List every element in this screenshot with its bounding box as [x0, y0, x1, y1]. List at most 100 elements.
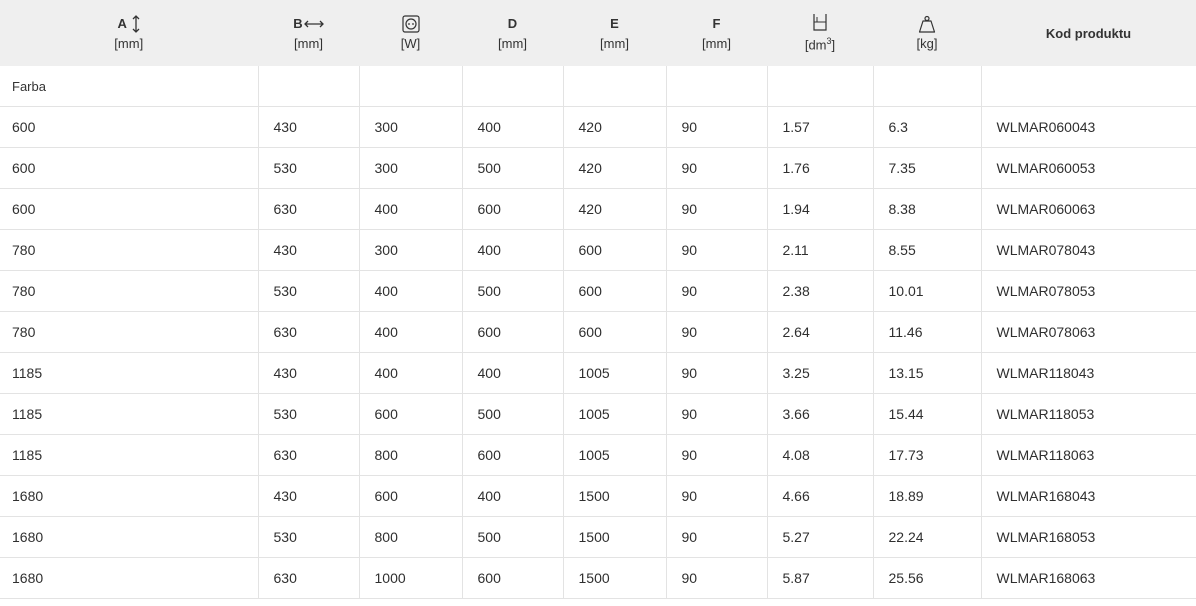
cell-v: 3.66: [767, 393, 874, 435]
cell-b: 430: [258, 229, 360, 271]
cell-d: 400: [462, 352, 564, 394]
cell-f: 90: [666, 147, 768, 189]
header-d-label: D: [507, 16, 518, 31]
header-e-unit: [mm]: [600, 35, 629, 51]
header-f-label: F: [712, 16, 721, 31]
cell-b: 430: [258, 106, 360, 148]
cell-kod: WLMAR118063: [981, 434, 1196, 476]
horizontal-double-arrow-icon: [303, 20, 324, 28]
cell-a: 600: [0, 147, 259, 189]
header-w: [W]: [359, 0, 463, 66]
cell-f: 90: [666, 434, 768, 476]
cell-w: 300: [359, 147, 463, 189]
cell-w: 300: [359, 229, 463, 271]
cell-w: 1000: [359, 557, 463, 599]
cell-b: 630: [258, 311, 360, 353]
cell-b: 530: [258, 393, 360, 435]
cell-kod: WLMAR168063: [981, 557, 1196, 599]
cell-e: 420: [563, 106, 667, 148]
cell-kg: 25.56: [873, 557, 982, 599]
header-w-unit: [W]: [400, 35, 421, 51]
header-row: A [mm] B [mm] [W] D [mm] E [mm] F [mm] […: [0, 0, 1196, 66]
cell-d: 400: [462, 475, 564, 517]
cell-b: 530: [258, 516, 360, 558]
cell-e: 1500: [563, 516, 667, 558]
cell-a: 780: [0, 311, 259, 353]
cell-a: 1185: [0, 393, 259, 435]
header-a-label: A: [117, 16, 127, 31]
cell-b: 530: [258, 270, 360, 312]
cell-d: 500: [462, 393, 564, 435]
table-row: 1680 530 800 500 1500 90 5.27 22.24 WLMAR168053: [0, 516, 1196, 558]
cell-f: 90: [666, 475, 768, 517]
table-row: 1185 430 400 400 1005 90 3.25 13.15 WLMAR118043: [0, 352, 1196, 394]
cell-e: 1500: [563, 557, 667, 599]
cell-e: 420: [563, 188, 667, 230]
cell-kod: WLMAR168053: [981, 516, 1196, 558]
header-b: B [mm]: [258, 0, 360, 66]
cell-d: 600: [462, 188, 564, 230]
cell-d: 600: [462, 311, 564, 353]
cell-e: 600: [563, 229, 667, 271]
cell-v: 5.27: [767, 516, 874, 558]
table-row: 780 530 400 500 600 90 2.38 10.01 WLMAR078053: [0, 270, 1196, 312]
cell-v: 5.87: [767, 557, 874, 599]
cell-a: 600: [0, 188, 259, 230]
weight-icon: [918, 15, 936, 33]
cell-kod: WLMAR060053: [981, 147, 1196, 189]
cell-kod: WLMAR060043: [981, 106, 1196, 148]
cell-kg: 22.24: [873, 516, 982, 558]
header-volume: [dm3]: [767, 0, 874, 66]
cell-a: 600: [0, 106, 259, 148]
header-e-label: E: [610, 16, 619, 31]
cell-d: 500: [462, 516, 564, 558]
cell-f: 90: [666, 393, 768, 435]
cell-w: 600: [359, 475, 463, 517]
cell-b: 630: [258, 434, 360, 476]
cell-kg: 18.89: [873, 475, 982, 517]
group-label: Farba: [0, 66, 259, 107]
cell-b: 530: [258, 147, 360, 189]
cell-v: 2.11: [767, 229, 874, 271]
header-weight: [kg]: [873, 0, 982, 66]
header-a: A [mm]: [0, 0, 259, 66]
cell-f: 90: [666, 229, 768, 271]
header-d-unit: [mm]: [498, 35, 527, 51]
cell-f: 90: [666, 557, 768, 599]
cell-e: 600: [563, 311, 667, 353]
cell-kod: WLMAR168043: [981, 475, 1196, 517]
cell-a: 1680: [0, 516, 259, 558]
cell-v: 4.66: [767, 475, 874, 517]
cell-f: 90: [666, 106, 768, 148]
table-row: 780 430 300 400 600 90 2.11 8.55 WLMAR078043: [0, 229, 1196, 271]
cell-kg: 17.73: [873, 434, 982, 476]
cell-a: 780: [0, 229, 259, 271]
cell-e: 600: [563, 270, 667, 312]
cell-f: 90: [666, 311, 768, 353]
header-kod-label: Kod produktu: [1045, 25, 1132, 41]
header-d: D [mm]: [462, 0, 564, 66]
table-row: 1185 530 600 500 1005 90 3.66 15.44 WLMAR118053: [0, 393, 1196, 435]
cell-w: 400: [359, 311, 463, 353]
cell-w: 400: [359, 270, 463, 312]
cell-v: 2.64: [767, 311, 874, 353]
cell-v: 4.08: [767, 434, 874, 476]
cell-kg: 7.35: [873, 147, 982, 189]
cell-d: 400: [462, 106, 564, 148]
cell-e: 1500: [563, 475, 667, 517]
header-weight-unit: [kg]: [916, 35, 938, 51]
cell-w: 400: [359, 188, 463, 230]
cell-w: 400: [359, 352, 463, 394]
cell-w: 800: [359, 434, 463, 476]
cell-e: 420: [563, 147, 667, 189]
cell-a: 1185: [0, 352, 259, 394]
cell-v: 3.25: [767, 352, 874, 394]
group-row: Farba: [0, 66, 1196, 107]
header-a-unit: [mm]: [114, 35, 144, 51]
cell-v: 1.57: [767, 106, 874, 148]
cell-e: 1005: [563, 393, 667, 435]
cell-a: 1185: [0, 434, 259, 476]
cell-e: 1005: [563, 434, 667, 476]
cell-v: 2.38: [767, 270, 874, 312]
header-volume-unit: [dm3]: [804, 35, 836, 53]
